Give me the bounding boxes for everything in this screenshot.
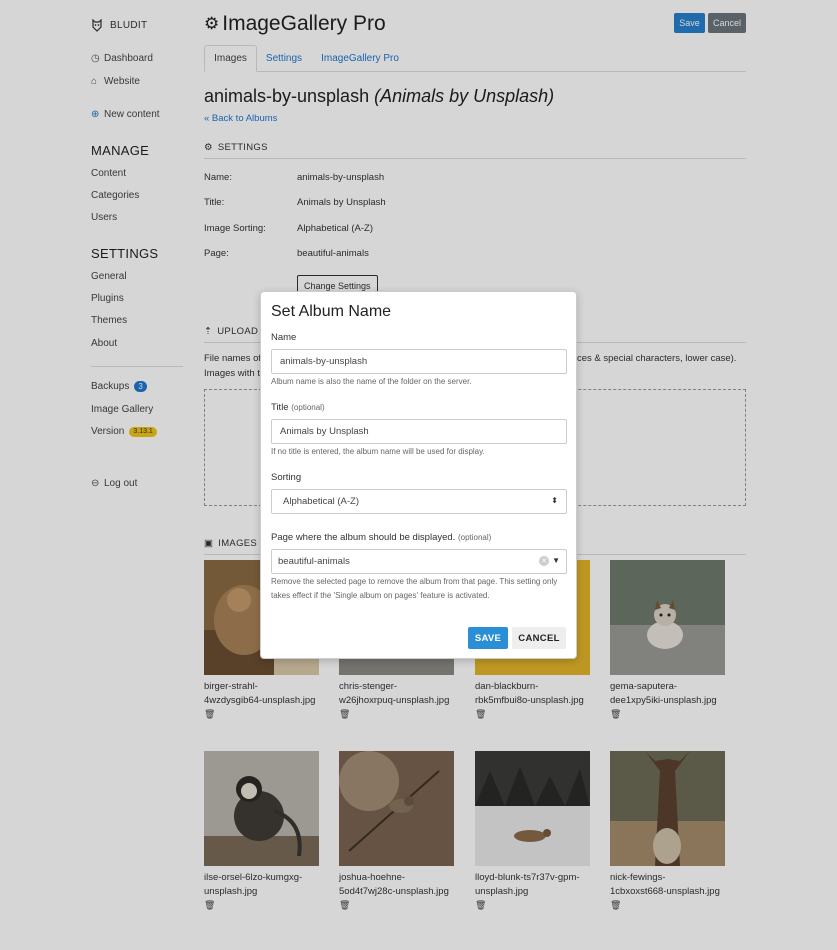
optional-hint: (optional)	[291, 403, 325, 412]
name-label: Name	[271, 332, 297, 343]
set-album-name-dialog: Set Album Name Name animals-by-unsplash …	[260, 291, 577, 659]
title-label: Title (optional)	[271, 402, 325, 413]
page-help-text: Remove the selected page to remove the a…	[271, 577, 558, 600]
clear-selection-icon[interactable]: ✕	[539, 556, 549, 566]
sorting-select[interactable]: Alphabetical (A-Z) ⬍	[271, 489, 567, 514]
album-title-input[interactable]: Animals by Unsplash	[271, 419, 567, 444]
sorting-label: Sorting	[271, 472, 302, 483]
name-help-text: Album name is also the name of the folde…	[271, 377, 472, 386]
chevron-down-icon[interactable]: ▼	[552, 556, 560, 565]
album-name-input[interactable]: animals-by-unsplash	[271, 349, 567, 374]
dialog-cancel-button[interactable]: CANCEL	[512, 627, 566, 649]
sort-arrows-icon: ⬍	[551, 496, 558, 505]
page-select[interactable]: beautiful-animals ✕ ▼	[271, 549, 567, 574]
page-label: Page where the album should be displayed…	[271, 532, 491, 543]
optional-hint: (optional)	[457, 533, 492, 542]
dialog-save-button[interactable]: SAVE	[468, 627, 508, 649]
title-help-text: If no title is entered, the album name w…	[271, 447, 485, 456]
dialog-title: Set Album Name	[271, 303, 392, 320]
title-label-text: Title	[271, 402, 289, 413]
sorting-selected-value: Alphabetical (A-Z)	[283, 496, 360, 507]
page-label-text: Page where the album should be displayed…	[271, 532, 456, 543]
page-selected-value: beautiful-animals	[278, 556, 350, 567]
